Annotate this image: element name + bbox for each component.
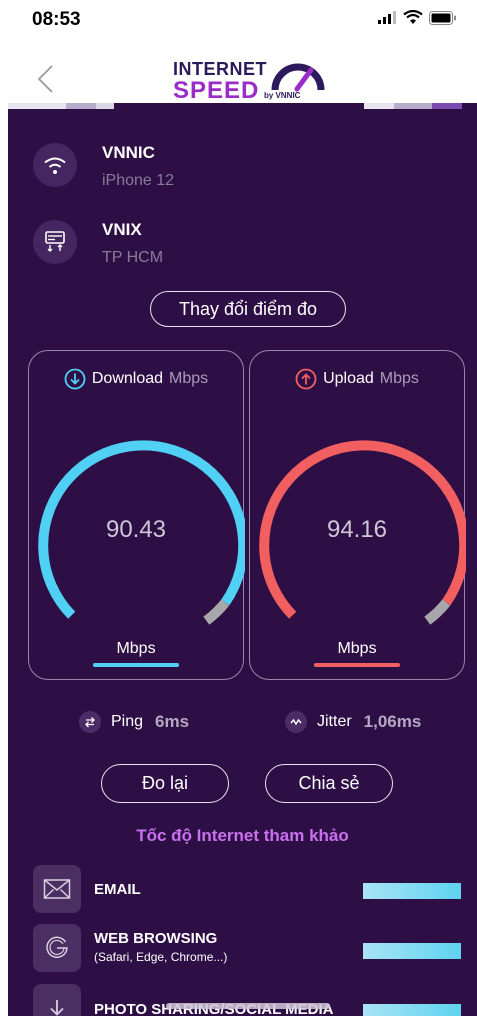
- download-value: 90.43: [105, 516, 167, 543]
- logo-speed-text: SPEED: [173, 77, 260, 104]
- reference-sub: (Safari, Edge, Chrome...): [94, 950, 228, 964]
- server-row: VNIX TP HCM: [33, 220, 163, 267]
- reference-item-web: WEB BROWSING (Safari, Edge, Chrome...): [33, 924, 463, 974]
- speedometer-icon: [271, 63, 325, 92]
- provider-row: VNNIC iPhone 12: [33, 143, 174, 190]
- server-icon-wrap: [33, 220, 77, 264]
- ping-metric: Ping 6ms: [79, 711, 189, 733]
- reference-icon-wrap: [33, 865, 81, 913]
- logo-by-text: by VNNIC: [264, 91, 301, 100]
- back-button[interactable]: [34, 64, 58, 94]
- download-unit: Mbps: [116, 640, 156, 657]
- download-card: Download Mbps 90.43 Mbps: [28, 350, 245, 680]
- share-button[interactable]: Chia sẻ: [265, 764, 393, 803]
- reference-icon-wrap: [33, 984, 81, 1016]
- cellular-signal-icon: [378, 10, 396, 24]
- home-indicator[interactable]: [166, 1003, 330, 1009]
- app-logo: INTERNET SPEED by VNNIC: [170, 56, 330, 104]
- wave-icon: [290, 718, 302, 726]
- upload-unit-label: Mbps: [379, 370, 419, 387]
- download-title: Download Mbps: [29, 368, 243, 390]
- ping-icon-wrap: [79, 711, 101, 733]
- upload-value: 94.16: [326, 516, 388, 543]
- ping-value: 6ms: [155, 712, 190, 731]
- reference-item-email: EMAIL: [33, 865, 463, 915]
- provider-name: VNNIC: [102, 143, 155, 162]
- jitter-label: Jitter: [317, 713, 352, 730]
- download-label: Download: [91, 370, 164, 387]
- device-name: iPhone 12: [102, 172, 175, 189]
- server-location: TP HCM: [102, 249, 164, 266]
- reference-speed-bar: [363, 1004, 461, 1016]
- status-icons: [377, 10, 457, 25]
- chevron-left-icon: [37, 65, 53, 93]
- retest-button[interactable]: Đo lại: [101, 764, 229, 803]
- reference-speed-bar: [363, 883, 461, 899]
- reference-label: EMAIL: [94, 881, 141, 898]
- jitter-icon-wrap: [285, 711, 307, 733]
- swap-arrows-icon: [85, 717, 95, 728]
- status-time: 08:53: [32, 9, 81, 30]
- upload-unit: Mbps: [337, 640, 377, 657]
- change-server-button[interactable]: Thay đổi điểm đo: [150, 291, 346, 327]
- upload-underline: [314, 663, 400, 667]
- download-icon: [50, 1000, 64, 1016]
- upload-card: Upload Mbps 94.16 Mbps: [249, 350, 466, 680]
- server-name: VNIX: [102, 220, 142, 239]
- jitter-value: 1,06ms: [363, 712, 422, 731]
- upload-label: Upload: [323, 370, 374, 387]
- server-icon: [45, 231, 65, 252]
- ping-label: Ping: [111, 713, 144, 730]
- jitter-metric: Jitter 1,06ms: [285, 711, 421, 733]
- wifi-icon: [403, 10, 423, 24]
- wifi-icon: [44, 157, 66, 174]
- reference-title: Tốc độ Internet tham khảo: [136, 826, 349, 845]
- main-panel: VNNIC iPhone 12 VNIX TP HCM Thay đổi điể…: [8, 109, 477, 1016]
- reference-speed-bar: [363, 943, 461, 959]
- download-arrow-icon: [64, 368, 86, 390]
- status-bar: 08:53: [0, 0, 477, 40]
- upload-title: Upload Mbps: [250, 368, 464, 390]
- google-icon: [46, 936, 68, 959]
- header: INTERNET SPEED by VNNIC: [0, 40, 477, 110]
- download-underline: [93, 663, 179, 667]
- reference-item-photo: PHOTO SHARING/SOCIAL MEDIA: [33, 984, 463, 1016]
- provider-icon-wrap: [33, 143, 77, 187]
- upload-arrow-icon: [295, 368, 317, 390]
- reference-icon-wrap: [33, 924, 81, 972]
- download-unit-label: Mbps: [169, 370, 209, 387]
- reference-label: WEB BROWSING: [94, 930, 218, 947]
- battery-icon: [429, 10, 456, 25]
- mail-icon: [43, 879, 71, 899]
